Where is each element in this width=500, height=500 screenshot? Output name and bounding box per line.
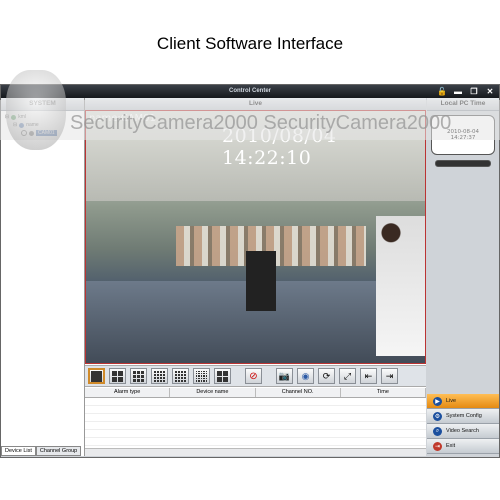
- layout-1-button[interactable]: [88, 368, 105, 384]
- radio-icon: [21, 130, 27, 136]
- tree-item-kml[interactable]: ⊟ kml: [5, 113, 80, 121]
- stop-all-icon: ⊘: [249, 370, 258, 382]
- view-toolbar: ⊘ 📷 ◉ ⟳ ⤢ ⇤ ⇥: [85, 365, 426, 387]
- layout-custom-button[interactable]: [214, 368, 231, 384]
- stop-all-button[interactable]: ⊘: [245, 368, 262, 384]
- osd-timestamp: 2010/08/04 14:22:10: [222, 125, 337, 169]
- next-page-button[interactable]: ⇥: [381, 368, 398, 384]
- scene-person: [376, 216, 425, 356]
- tree-item-name[interactable]: ⊟ name: [5, 121, 80, 129]
- local-clock: 2010-08-04 14:27:37: [431, 115, 495, 155]
- restore-icon[interactable]: ❐: [469, 86, 479, 96]
- camera-icon: 📷: [278, 370, 291, 381]
- system-panel: SYSTEM ⊟ kml ⊟ name CAM01 Device List Ch…: [1, 98, 85, 456]
- layout-25-icon: [196, 370, 207, 382]
- previous-page-icon: ⇤: [364, 370, 373, 381]
- menu-system-config[interactable]: ⚙ System Config: [427, 409, 499, 424]
- tab-channel-group[interactable]: Channel Group: [35, 446, 82, 456]
- alarm-table: Alarm type Device name Channel NO. Time: [85, 388, 426, 456]
- layout-25-button[interactable]: [193, 368, 210, 384]
- osd-camera-name: name:CAM01: [89, 113, 156, 124]
- column-alarm-type[interactable]: Alarm type: [85, 388, 171, 397]
- next-page-icon: ⇥: [385, 370, 394, 381]
- layout-16-icon: [154, 370, 165, 382]
- live-icon: ▶: [433, 396, 442, 406]
- scene-monitor: [246, 251, 276, 311]
- alarm-table-header: Alarm type Device name Channel NO. Time: [85, 388, 426, 398]
- layout-9-button[interactable]: [130, 368, 147, 384]
- alarm-rows: [85, 398, 426, 454]
- refresh-button[interactable]: ⟳: [318, 368, 335, 384]
- tree-item-cam01[interactable]: CAM01: [5, 129, 80, 137]
- live-panel: Live name:CAM01 2010/08/04 14:22:10 ⊘ 📷 …: [85, 98, 426, 456]
- page-caption: Client Software Interface: [156, 34, 344, 53]
- minimize-icon[interactable]: ▬: [453, 86, 463, 96]
- layout-4-icon: [112, 370, 123, 382]
- server-icon: [11, 114, 17, 120]
- layout-9-icon: [133, 370, 144, 382]
- menu-video-search[interactable]: ⌕ Video Search: [427, 424, 499, 439]
- layout-custom-icon: [217, 370, 228, 382]
- video-view[interactable]: name:CAM01 2010/08/04 14:22:10: [85, 110, 426, 364]
- horizontal-scrollbar[interactable]: [85, 448, 426, 456]
- close-icon[interactable]: ✕: [485, 86, 495, 96]
- camera-icon: [29, 130, 34, 136]
- layout-16-button[interactable]: [151, 368, 168, 384]
- window-title: Control Center: [229, 88, 271, 94]
- exit-icon: ⇥: [433, 441, 442, 451]
- device-icon: [19, 122, 25, 128]
- fullscreen-button[interactable]: ⤢: [339, 368, 356, 384]
- column-channel-no[interactable]: Channel NO.: [256, 388, 341, 397]
- layout-1-icon: [91, 370, 102, 382]
- gear-icon: ⚙: [433, 411, 442, 421]
- snapshot-button[interactable]: 📷: [276, 368, 293, 384]
- window-titlebar: Control Center 🔓 ▬ ❐ ✕: [1, 85, 499, 98]
- device-tree: ⊟ kml ⊟ name CAM01: [1, 111, 84, 139]
- app-window: Control Center 🔓 ▬ ❐ ✕ SYSTEM ⊟ kml ⊟ na…: [0, 84, 500, 458]
- layout-20-button[interactable]: [172, 368, 189, 384]
- column-time[interactable]: Time: [341, 388, 426, 397]
- layout-20-icon: [175, 370, 186, 382]
- lock-icon[interactable]: 🔓: [437, 86, 447, 96]
- previous-page-button[interactable]: ⇤: [360, 368, 377, 384]
- local-time: 14:27:37: [450, 135, 476, 141]
- fullscreen-icon: ⤢: [343, 370, 352, 381]
- layout-4-button[interactable]: [109, 368, 126, 384]
- tab-device-list[interactable]: Device List: [1, 446, 36, 456]
- system-panel-title: SYSTEM: [1, 98, 84, 111]
- collapse-icon[interactable]: ⊟: [5, 114, 9, 120]
- status-progress-bar: [435, 160, 491, 167]
- main-menu: ▶ Live ⚙ System Config ⌕ Video Search ⇥ …: [427, 394, 499, 454]
- menu-exit[interactable]: ⇥ Exit: [427, 439, 499, 454]
- menu-live[interactable]: ▶ Live: [427, 394, 499, 409]
- collapse-icon[interactable]: ⊟: [13, 122, 17, 128]
- local-time-title: Local PC Time: [427, 98, 499, 111]
- left-tabs: Device List Channel Group: [1, 446, 82, 456]
- column-device-name[interactable]: Device name: [170, 388, 256, 397]
- refresh-icon: ⟳: [322, 370, 331, 381]
- video-search-icon: ⌕: [433, 426, 442, 436]
- record-icon: ◉: [301, 370, 310, 381]
- record-button[interactable]: ◉: [297, 368, 314, 384]
- right-panel: Local PC Time 2010-08-04 14:27:37 ▶ Live…: [427, 98, 499, 456]
